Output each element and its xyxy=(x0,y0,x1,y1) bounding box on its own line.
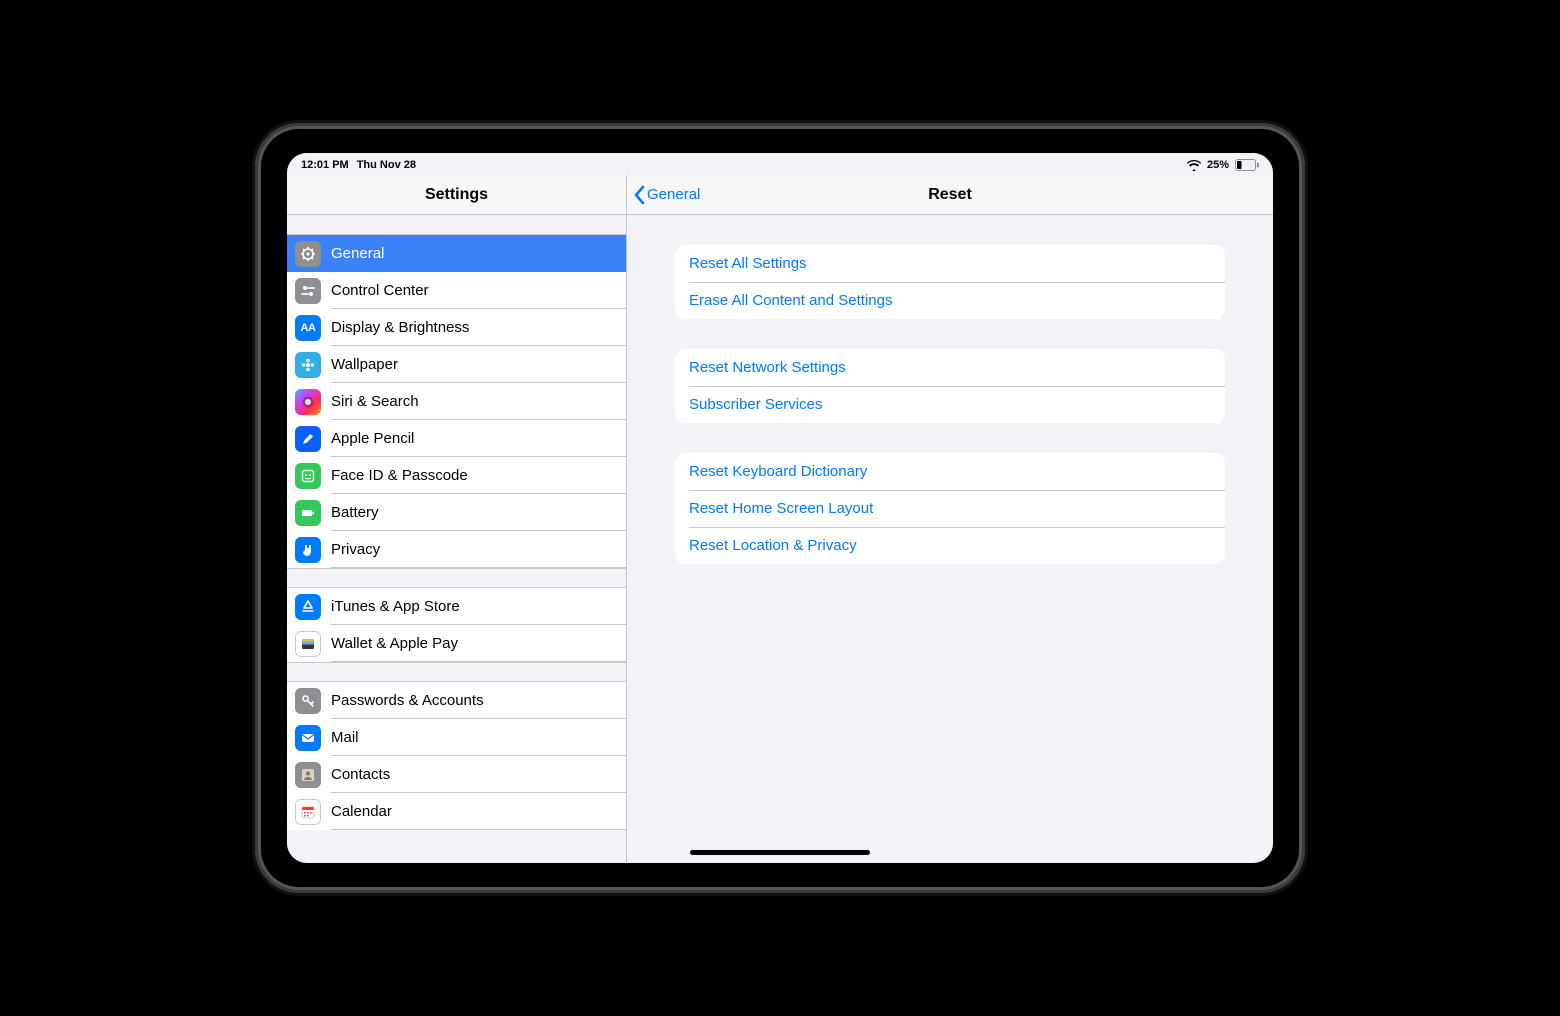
sidebar-item-appstore[interactable]: iTunes & App Store xyxy=(287,588,626,625)
sidebar-item-label: iTunes & App Store xyxy=(331,598,460,615)
AA-icon: AA xyxy=(295,315,321,341)
flower-icon xyxy=(295,352,321,378)
sidebar-group-gap xyxy=(287,568,626,588)
status-battery-pct: 25% xyxy=(1207,159,1229,171)
gear-icon xyxy=(295,241,321,267)
back-button[interactable]: General xyxy=(633,175,700,214)
calendar-icon xyxy=(295,799,321,825)
sidebar-item-display[interactable]: AA Display & Brightness xyxy=(287,309,626,346)
settings-sidebar: Settings General Control Center AA Display … xyxy=(287,175,627,863)
sidebar-item-siri[interactable]: Siri & Search xyxy=(287,383,626,420)
back-label: General xyxy=(647,186,700,203)
sidebar-item-label: General xyxy=(331,245,384,262)
screen: 12:01 PM Thu Nov 28 25% Settings General… xyxy=(287,153,1273,863)
detail-pane: General Reset Reset All SettingsErase Al… xyxy=(627,175,1273,863)
battery-icon xyxy=(295,500,321,526)
status-bar: 12:01 PM Thu Nov 28 25% xyxy=(287,153,1273,175)
detail-title: Reset xyxy=(928,186,972,204)
ipad-device-frame: 12:01 PM Thu Nov 28 25% Settings General… xyxy=(255,123,1305,893)
reset-option-subscriber[interactable]: Subscriber Services xyxy=(675,386,1225,423)
sidebar-item-privacy[interactable]: Privacy xyxy=(287,531,626,568)
key-icon xyxy=(295,688,321,714)
reset-option-reset-location[interactable]: Reset Location & Privacy xyxy=(675,527,1225,564)
sidebar-item-mail[interactable]: Mail xyxy=(287,719,626,756)
home-indicator[interactable] xyxy=(690,850,870,855)
sidebar-title-bar: Settings xyxy=(287,175,626,215)
reset-option-reset-network[interactable]: Reset Network Settings xyxy=(675,349,1225,386)
wallet-icon xyxy=(295,631,321,657)
mail-icon xyxy=(295,725,321,751)
sidebar-item-label: Apple Pencil xyxy=(331,430,414,447)
sidebar-item-passwords[interactable]: Passwords & Accounts xyxy=(287,682,626,719)
sidebar-item-label: Mail xyxy=(331,729,359,746)
hand-icon xyxy=(295,537,321,563)
sidebar-group-gap xyxy=(287,662,626,682)
sidebar-item-label: Control Center xyxy=(331,282,429,299)
sidebar-item-label: Siri & Search xyxy=(331,393,419,410)
sidebar-item-label: Face ID & Passcode xyxy=(331,467,468,484)
sidebar-item-label: Contacts xyxy=(331,766,390,783)
detail-group: Reset All SettingsErase All Content and … xyxy=(675,245,1225,319)
sidebar-item-general[interactable]: General xyxy=(287,235,626,272)
sidebar-item-label: Wallet & Apple Pay xyxy=(331,635,458,652)
detail-title-bar: General Reset xyxy=(627,175,1273,215)
sidebar-group-gap xyxy=(287,215,626,235)
sidebar-item-label: Passwords & Accounts xyxy=(331,692,484,709)
reset-option-erase-all[interactable]: Erase All Content and Settings xyxy=(675,282,1225,319)
siri-icon xyxy=(295,389,321,415)
sidebar-item-pencil[interactable]: Apple Pencil xyxy=(287,420,626,457)
battery-icon xyxy=(1235,159,1259,171)
sidebar-item-control-center[interactable]: Control Center xyxy=(287,272,626,309)
reset-option-reset-keyboard[interactable]: Reset Keyboard Dictionary xyxy=(675,453,1225,490)
detail-group: Reset Keyboard DictionaryReset Home Scre… xyxy=(675,453,1225,564)
reset-option-reset-all[interactable]: Reset All Settings xyxy=(675,245,1225,282)
face-icon xyxy=(295,463,321,489)
detail-group: Reset Network SettingsSubscriber Service… xyxy=(675,349,1225,423)
sliders-icon xyxy=(295,278,321,304)
sidebar-item-contacts[interactable]: Contacts xyxy=(287,756,626,793)
sidebar-item-calendar[interactable]: Calendar xyxy=(287,793,626,830)
sidebar-item-label: Privacy xyxy=(331,541,380,558)
sidebar-item-wallet[interactable]: Wallet & Apple Pay xyxy=(287,625,626,662)
sidebar-item-label: Calendar xyxy=(331,803,392,820)
pencil-icon xyxy=(295,426,321,452)
sidebar-item-faceid[interactable]: Face ID & Passcode xyxy=(287,457,626,494)
contacts-icon xyxy=(295,762,321,788)
reset-option-reset-home[interactable]: Reset Home Screen Layout xyxy=(675,490,1225,527)
sidebar-item-wallpaper[interactable]: Wallpaper xyxy=(287,346,626,383)
sidebar-item-label: Battery xyxy=(331,504,379,521)
sidebar-item-label: Display & Brightness xyxy=(331,319,469,336)
sidebar-item-label: Wallpaper xyxy=(331,356,398,373)
status-date: Thu Nov 28 xyxy=(357,159,416,171)
sidebar-item-battery[interactable]: Battery xyxy=(287,494,626,531)
wifi-icon xyxy=(1187,160,1201,171)
chevron-left-icon xyxy=(633,185,645,205)
sidebar-title: Settings xyxy=(425,186,488,204)
status-time: 12:01 PM xyxy=(301,159,349,171)
appstore-icon xyxy=(295,594,321,620)
